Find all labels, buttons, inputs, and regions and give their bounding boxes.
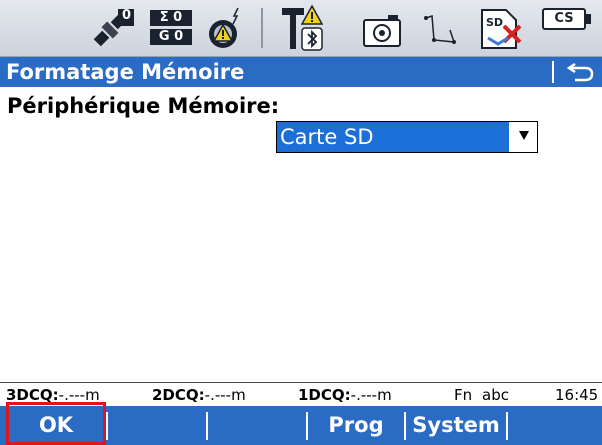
clock: 16:45 [555,386,599,404]
satellite-count: 0 [122,8,132,23]
softkey-f3[interactable] [208,406,306,445]
quality-2d-label: 2DCQ: [152,386,205,404]
line-tool-icon[interactable] [420,4,460,52]
observations-counter[interactable]: Σ 0 G 0 [150,4,192,52]
info-bar: 3DCQ:-.---m 2DCQ:-.---m 1DCQ:-.---m Fn a… [0,382,602,406]
sigma-count: Σ 0 [150,10,192,26]
quality-2d-value: -.---m [204,386,246,404]
status-separator [261,8,263,48]
quality-1d-value: -.---m [350,386,392,404]
quality-3d: 3DCQ:-.---m [6,384,100,406]
battery-tip [586,14,591,24]
battery-cs-icon[interactable]: CS [540,4,594,52]
status-bar: 0 Σ 0 G 0 SD CS [0,0,602,57]
camera-icon[interactable] [362,4,402,52]
title-bar: Formatage Mémoire [0,57,602,87]
prog-button[interactable]: Prog [308,406,404,445]
quality-1d: 1DCQ:-.---m [298,384,392,406]
softkey-f6[interactable] [508,406,602,445]
quality-3d-label: 3DCQ: [6,386,59,404]
back-icon[interactable] [565,60,595,84]
memory-device-value: Carte SD [277,122,509,152]
system-button[interactable]: System [406,406,506,445]
memory-device-dropdown[interactable]: Carte SD [276,121,538,153]
ok-button[interactable]: OK [6,406,106,445]
fn-indicator: Fn [454,386,473,404]
chevron-down-icon[interactable] [519,131,529,140]
input-mode: abc [482,386,509,404]
softkey-bar: OK Prog System [0,406,602,445]
antenna-bluetooth-icon[interactable] [280,4,324,52]
page-title: Formatage Mémoire [6,60,245,84]
title-separator [552,61,554,83]
quality-3d-value: -.---m [58,386,100,404]
memory-device-label: Périphérique Mémoire: [7,94,280,118]
g-count: G 0 [150,29,192,45]
sd-card-icon[interactable]: SD [478,4,524,52]
cs-label: CS [542,8,586,30]
quality-2d: 2DCQ:-.---m [152,384,246,406]
quality-1d-label: 1DCQ: [298,386,351,404]
radio-warning-icon[interactable] [206,4,246,52]
softkey-f2[interactable] [108,406,206,445]
sd-label: SD [486,16,504,29]
satellite-icon[interactable]: 0 [88,4,136,52]
